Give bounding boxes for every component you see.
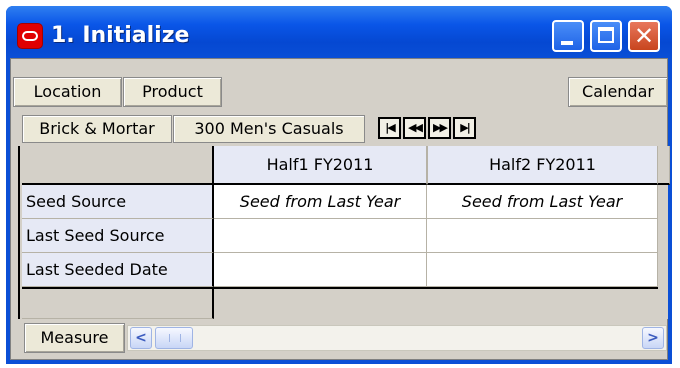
maximize-icon (598, 27, 614, 43)
close-icon: ✕ (633, 22, 655, 50)
next-page-button[interactable]: ▶▶ (428, 117, 451, 139)
grid-cell[interactable]: Seed from Last Year (214, 185, 427, 219)
row-header[interactable]: Seed Source (22, 185, 214, 219)
grid-corner (22, 146, 214, 185)
measure-button[interactable]: Measure (24, 323, 125, 353)
pov-location-value[interactable]: Brick & Mortar (22, 115, 172, 143)
scroll-left-icon[interactable]: < (130, 327, 152, 349)
grid-cell[interactable] (427, 253, 658, 287)
row-header[interactable]: Last Seeded Date (22, 253, 214, 287)
maximize-button[interactable] (590, 20, 622, 52)
title-bar[interactable]: 1. Initialize ✕ (6, 6, 672, 58)
scroll-thumb[interactable] (155, 327, 193, 349)
grid-cell[interactable] (427, 219, 658, 253)
minimize-icon (561, 41, 573, 45)
last-page-button[interactable]: ▶| (453, 117, 476, 139)
data-grid: Half1 FY2011 Half2 FY2011 Seed Source Se… (18, 146, 670, 321)
column-header[interactable]: Half2 FY2011 (427, 146, 658, 185)
calendar-button[interactable]: Calendar (568, 77, 668, 107)
location-button[interactable]: Location (13, 77, 122, 107)
grid-left-border (18, 146, 20, 319)
scroll-right-icon[interactable]: > (642, 327, 664, 349)
grid-cell[interactable] (214, 219, 427, 253)
grid-cell[interactable] (214, 253, 427, 287)
row-header-empty (22, 287, 214, 319)
first-page-button[interactable]: |◀ (378, 117, 401, 139)
grid-cell[interactable]: Seed from Last Year (427, 185, 658, 219)
close-button[interactable]: ✕ (628, 20, 660, 52)
column-header-end (658, 146, 670, 185)
minimize-button[interactable] (552, 20, 584, 52)
grid-empty-area (214, 287, 658, 321)
window-title: 1. Initialize (51, 23, 190, 48)
row-header[interactable]: Last Seed Source (22, 219, 214, 253)
product-button[interactable]: Product (123, 77, 222, 107)
previous-page-button[interactable]: ◀◀ (403, 117, 426, 139)
horizontal-scrollbar[interactable]: < > (127, 325, 667, 351)
pov-product-value[interactable]: 300 Men's Casuals (173, 115, 365, 143)
grip-icon (169, 334, 181, 342)
oracle-logo-icon (18, 24, 42, 48)
column-header[interactable]: Half1 FY2011 (212, 146, 427, 185)
